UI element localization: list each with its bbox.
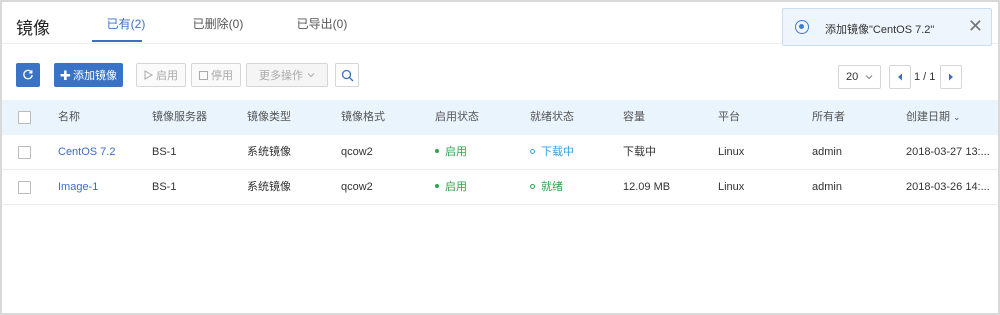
tab-exported[interactable]: 已导出(0) [274,2,370,42]
cell-server: BS-1 [152,146,177,158]
page-info: 1 / 1 [914,71,936,83]
cell-platform: Linux [718,181,745,193]
column-header-size[interactable]: 容量 [623,100,645,135]
cell-platform: Linux [718,146,745,158]
cell-format: qcow2 [341,146,373,158]
notification-text: 添加镜像"CentOS 7.2" [825,24,935,36]
ready-state-text: 下载中 [541,146,574,158]
status-dot-icon [435,184,439,189]
sort-down-icon: ⌄ [953,112,961,122]
play-icon [144,70,153,80]
cell-owner: admin [812,146,842,158]
disable-button[interactable]: 停用 [191,63,241,87]
tab-existing[interactable]: 已有(2) [90,2,162,42]
notification-toast: 添加镜像"CentOS 7.2" ✕ [782,8,992,46]
enable-button[interactable]: 启用 [136,63,186,87]
tab-bar: 已有(2) 已删除(0) 已导出(0) [90,2,370,42]
page-size-select[interactable]: 20 [838,65,881,89]
more-actions-dropdown[interactable]: 更多操作 [246,63,328,87]
column-header-type[interactable]: 镜像类型 [247,100,291,135]
ready-state-text: 就绪 [541,181,563,193]
enable-label: 启用 [156,70,178,82]
column-header-created[interactable]: 创建日期 ⌄ [906,100,961,135]
search-icon [341,69,353,81]
next-page-button[interactable] [940,65,962,89]
cell-created: 2018-03-27 13:... [906,146,990,158]
cell-size: 12.09 MB [623,181,671,193]
refresh-button[interactable] [16,63,40,87]
refresh-icon [23,69,33,80]
add-image-button[interactable]: ✚ 添加镜像 [54,63,123,87]
status-ring-icon [530,183,535,189]
cell-type: 系统镜像 [247,146,291,158]
cell-owner: admin [812,181,842,193]
cell-server: BS-1 [152,181,177,193]
caret-right-icon [949,73,953,81]
column-header-owner[interactable]: 所有者 [812,100,845,135]
plus-icon: ✚ [60,67,71,83]
image-name-link[interactable]: CentOS 7.2 [58,135,115,170]
more-actions-label: 更多操作 [259,70,303,82]
chevron-down-icon [865,75,873,80]
row-checkbox[interactable] [18,181,31,194]
prev-page-button[interactable] [889,65,911,89]
status-dot-icon [435,149,439,154]
select-all-checkbox[interactable] [18,111,31,124]
page-title: 镜像 [16,19,50,38]
image-name-link[interactable]: Image-1 [58,170,98,205]
close-icon[interactable]: ✕ [968,16,983,36]
caret-left-icon [898,73,902,81]
row-checkbox[interactable] [18,146,31,159]
add-image-label: 添加镜像 [72,70,117,82]
column-header-created-label: 创建日期 [906,111,950,123]
table-header: 名称 镜像服务器 镜像类型 镜像格式 启用状态 就绪状态 容量 平台 所有者 创… [2,100,998,135]
enable-state-text: 启用 [445,146,467,158]
column-header-ready-state[interactable]: 就绪状态 [530,100,574,135]
column-header-enable-state[interactable]: 启用状态 [435,100,479,135]
cell-format: qcow2 [341,181,373,193]
enable-state-text: 启用 [445,181,467,193]
column-header-format[interactable]: 镜像格式 [341,100,385,135]
column-header-server[interactable]: 镜像服务器 [152,100,207,135]
tab-deleted[interactable]: 已删除(0) [162,2,274,42]
cell-size: 下载中 [623,146,656,158]
cell-enable-state: 启用 [435,135,467,170]
cell-created: 2018-03-26 14:... [906,181,990,193]
chevron-down-icon [307,73,315,78]
search-button[interactable] [335,63,359,87]
image-management-page: 镜像 已有(2) 已删除(0) 已导出(0) 添加镜像"CentOS 7.2" … [2,2,998,313]
disable-label: 停用 [211,70,233,82]
cell-type: 系统镜像 [247,181,291,193]
table-row[interactable]: Image-1 BS-1 系统镜像 qcow2 启用 就绪 12.09 MB L… [2,170,998,205]
table-row[interactable]: CentOS 7.2 BS-1 系统镜像 qcow2 启用 下载中 下载中 Li… [2,135,998,170]
status-ring-icon [530,148,535,154]
stop-icon [199,70,208,80]
cell-ready-state: 就绪 [530,170,563,205]
column-header-name[interactable]: 名称 [58,100,80,135]
cell-enable-state: 启用 [435,170,467,205]
progress-icon [795,20,809,34]
column-header-platform[interactable]: 平台 [718,100,740,135]
page-size-value: 20 [846,71,859,83]
cell-ready-state: 下载中 [530,135,574,170]
